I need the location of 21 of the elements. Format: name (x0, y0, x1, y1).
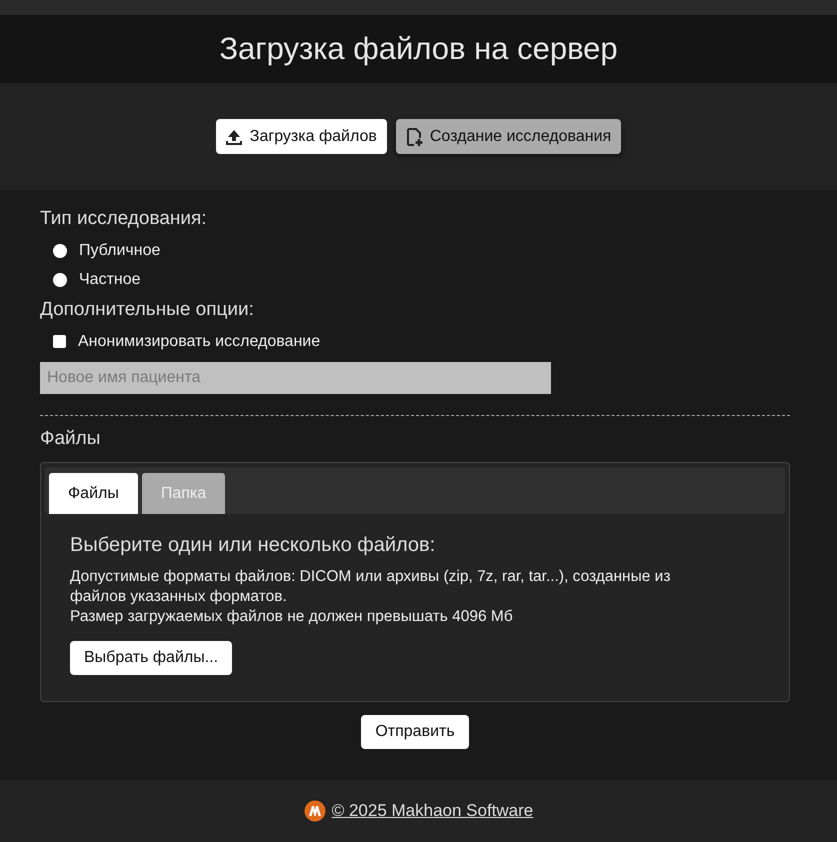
choose-files-button[interactable]: Выбрать файлы... (70, 641, 232, 675)
radio-label[interactable]: Частное (79, 270, 141, 288)
patient-name-field[interactable]: Новое имя пациента (40, 362, 551, 394)
mode-button[interactable]: Создание исследования (396, 119, 622, 154)
info-text: Допустимые форматы файлов: DICOM или архивы (zip, 7z, rar, tar...), созданные из файлов указанных форматов. (70, 567, 672, 607)
section-heading: Файлы (40, 428, 102, 450)
checkbox-label[interactable]: Анонимизировать исследование (78, 332, 320, 350)
panel-title: Выберите один или несколько файлов: (70, 534, 436, 557)
section-heading: Дополнительные опции: (40, 299, 255, 321)
radio-button[interactable] (53, 272, 67, 286)
page-title: Загрузка файлов на сервер (219, 31, 618, 67)
radio-label[interactable]: Публичное (79, 242, 160, 260)
mode-button[interactable]: Загрузка файлов (216, 119, 387, 154)
tab[interactable]: Файлы (49, 473, 138, 514)
logo-icon (304, 800, 326, 822)
radio-button[interactable] (53, 244, 67, 258)
submit-button[interactable]: Отправить (361, 715, 469, 749)
section-heading: Тип исследования: (40, 208, 208, 230)
footer-link[interactable]: © 2025 Makhaon Software (332, 801, 534, 821)
checkbox[interactable] (53, 335, 66, 348)
info-text: Размер загружаемых файлов не должен превышать 4096 Мб (70, 607, 514, 627)
